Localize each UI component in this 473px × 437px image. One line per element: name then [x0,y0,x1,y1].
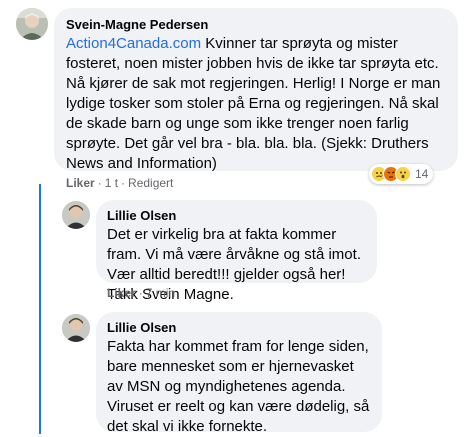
edited-label: Redigert [128,176,174,190]
avatar[interactable] [62,201,90,229]
comment-body: Fakta har kommet fram for lenge siden, b… [107,338,370,435]
comment-body: Kvinner tar sprøyta og mister fosteret, … [66,35,441,172]
reply-thread-line [39,184,41,434]
reaction-summary[interactable]: 14 [369,164,434,184]
avatar[interactable] [16,8,48,40]
separator-dot: · [121,176,126,190]
reaction-count: 14 [415,167,429,181]
avatar[interactable] [62,314,90,342]
comment-link[interactable]: Action4Canada.com [66,35,201,52]
like-button[interactable]: Liker [107,286,136,300]
comment-meta: Liker · 7 min [107,285,175,301]
comment-author[interactable]: Lillie Olsen [107,207,365,224]
comment-bubble: Lillie Olsen Fakta har kommet fram for l… [96,312,382,435]
comment-time[interactable]: 7 min [146,286,175,300]
comment-author[interactable]: Lillie Olsen [107,319,370,336]
comment-author[interactable]: Svein-Magne Pedersen [66,16,446,33]
comment-bubble: Lillie Olsen Det er virkelig bra at fakt… [96,200,377,303]
comment-time[interactable]: 1 t [105,176,118,190]
wow-face-icon [395,166,411,182]
comment-bubble: Svein-Magne Pedersen Action4Canada.com K… [54,8,458,174]
separator-dot: · [97,176,102,190]
comment-text: Action4Canada.com Kvinner tar sprøyta og… [66,34,446,174]
comment-meta: Liker · 1 t · Redigert [66,175,173,191]
separator-dot: · [138,286,143,300]
like-button[interactable]: Liker [66,176,95,190]
